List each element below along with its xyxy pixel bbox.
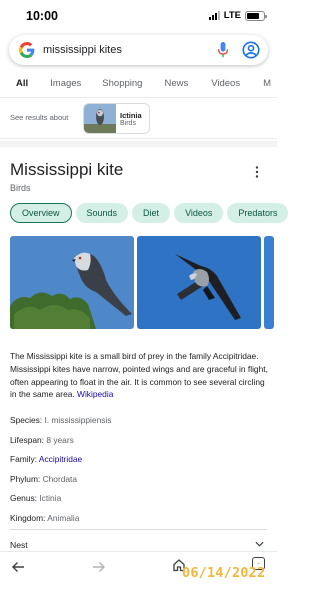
tab-more[interactable]: M xyxy=(263,72,271,97)
section-divider xyxy=(0,141,277,147)
ictinia-thumbnail xyxy=(84,104,116,133)
more-options-icon[interactable] xyxy=(252,164,262,180)
search-box[interactable] xyxy=(9,35,268,65)
account-icon[interactable] xyxy=(242,41,260,59)
image-carousel xyxy=(10,236,274,329)
microphone-icon[interactable] xyxy=(216,42,230,58)
forward-arrow-icon[interactable] xyxy=(92,561,106,573)
knowledge-panel-subtitle: Birds xyxy=(10,183,31,193)
fact-value: Animalia xyxy=(47,512,80,523)
knowledge-panel-tabs: Overview Sounds Diet Videos Predators xyxy=(10,203,289,223)
google-logo-icon xyxy=(19,42,35,58)
kite-perched-image[interactable] xyxy=(10,236,134,329)
see-results-label: See results about xyxy=(10,113,69,122)
network-label: LTE xyxy=(223,10,241,21)
fact-key: Species: xyxy=(10,415,43,425)
chevron-down-icon xyxy=(255,541,264,547)
search-tabs: All Images Shopping News Videos M xyxy=(0,72,277,98)
kp-tab-sounds[interactable]: Sounds xyxy=(75,203,129,223)
status-time: 10:00 xyxy=(26,9,58,23)
back-arrow-icon[interactable] xyxy=(11,561,25,573)
description-text: The Mississippi kite is a small bird of … xyxy=(10,351,268,400)
fact-family: Family: Accipitridae xyxy=(10,453,268,473)
fact-value: Ictinia xyxy=(39,493,62,503)
kite-third-image[interactable] xyxy=(264,236,274,329)
entity-chip-ictinia[interactable]: Ictinia Birds xyxy=(83,103,150,134)
facts-list: Species: I. mississippiensis Lifespan: 8… xyxy=(10,414,268,531)
search-input[interactable] xyxy=(43,44,216,56)
fact-phylum: Phylum: Chordata xyxy=(10,473,268,493)
kp-tab-overview[interactable]: Overview xyxy=(10,203,72,223)
family-link[interactable]: Accipitridae xyxy=(39,454,82,464)
signal-icon xyxy=(208,11,220,20)
date-stamp: 06/14/2022 xyxy=(182,565,266,581)
fact-value: I. mississippiensis xyxy=(44,415,112,425)
tab-all[interactable]: All xyxy=(16,72,28,97)
fact-genus: Genus: Ictinia xyxy=(10,492,268,512)
status-indicators: LTE xyxy=(208,10,267,21)
fact-lifespan: Lifespan: 8 years xyxy=(10,434,268,454)
tab-shopping[interactable]: Shopping xyxy=(102,72,142,97)
fact-value: Chordata xyxy=(42,473,78,484)
knowledge-panel-title: Mississippi kite xyxy=(10,160,124,179)
fact-species: Species: I. mississippiensis xyxy=(10,414,268,434)
entity-chip-subtitle: Birds xyxy=(120,119,136,127)
tab-news[interactable]: News xyxy=(164,72,188,97)
kp-tab-predators[interactable]: Predators xyxy=(227,203,289,223)
wikipedia-link[interactable]: Wikipedia xyxy=(77,389,113,399)
tab-images[interactable]: Images xyxy=(50,72,81,97)
kp-tab-videos[interactable]: Videos xyxy=(174,203,224,223)
knowledge-panel-description: The Mississippi kite is a small bird of … xyxy=(10,350,268,401)
tab-videos[interactable]: Videos xyxy=(211,72,240,97)
fact-key: Genus: xyxy=(10,493,38,503)
fact-value: 8 years xyxy=(46,434,74,445)
nest-label: Nest xyxy=(10,540,28,550)
fact-key: Kingdom: xyxy=(10,512,46,523)
fact-key: Phylum: xyxy=(10,473,41,484)
nest-accordion[interactable]: Nest xyxy=(10,529,267,551)
kp-tab-diet[interactable]: Diet xyxy=(132,203,171,223)
status-bar: 10:00 LTE xyxy=(0,0,277,32)
entity-chip-title: Ictinia xyxy=(120,110,142,120)
fact-key: Family: xyxy=(10,454,37,464)
fact-key: Lifespan: xyxy=(10,434,44,445)
battery-icon xyxy=(245,10,267,21)
kite-flying-image[interactable] xyxy=(137,236,261,329)
